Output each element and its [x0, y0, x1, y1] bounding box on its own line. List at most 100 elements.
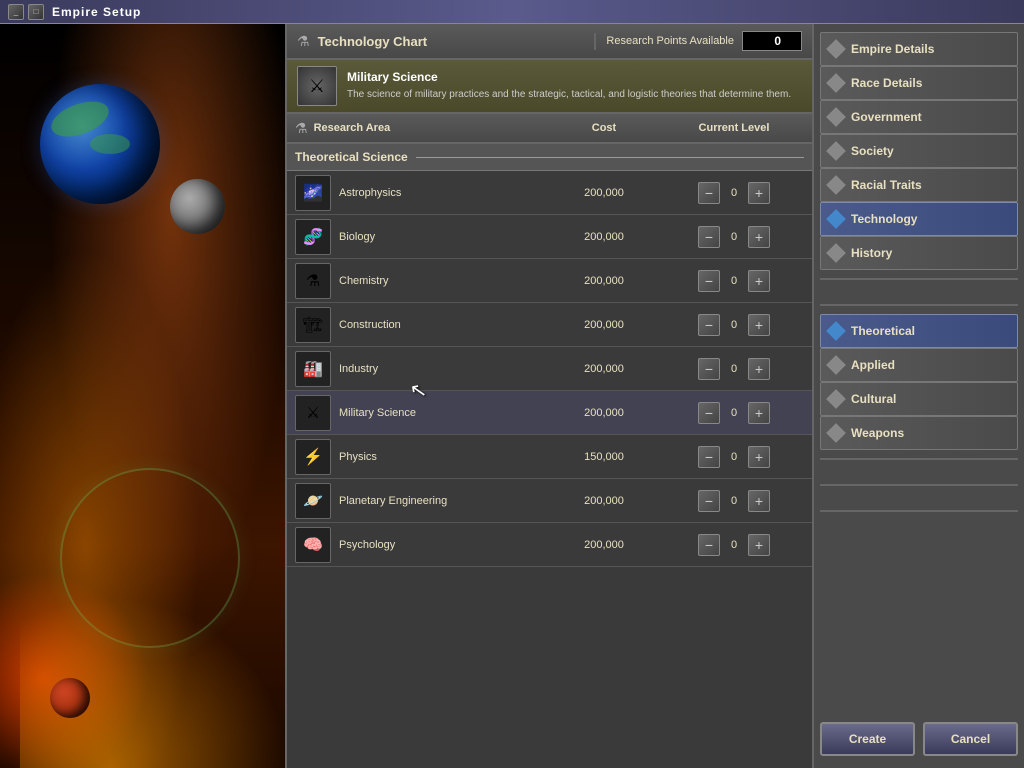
tech-level-value: 0 [726, 231, 742, 243]
tech-row[interactable]: 🧬 Biology 200,000 − 0 + [287, 215, 812, 259]
level-decrease-button[interactable]: − [698, 490, 720, 512]
nav-divider-2 [820, 304, 1018, 306]
level-increase-button[interactable]: + [748, 534, 770, 556]
bottom-buttons: Create Cancel [820, 714, 1018, 760]
level-decrease-button[interactable]: − [698, 182, 720, 204]
nav-diamond-icon [826, 73, 846, 93]
nav-diamond-icon [826, 423, 846, 443]
tech-row-icon: 🏗 [295, 307, 331, 343]
sidebar-item-cultural[interactable]: Cultural [820, 382, 1018, 416]
tech-row-cost: 150,000 [544, 451, 664, 463]
left-panel [0, 24, 285, 768]
sidebar-item-empire-details[interactable]: Empire Details [820, 32, 1018, 66]
maximize-button[interactable]: □ [28, 4, 44, 20]
sidebar-item-weapons[interactable]: Weapons [820, 416, 1018, 450]
level-decrease-button[interactable]: − [698, 402, 720, 424]
level-increase-button[interactable]: + [748, 314, 770, 336]
tech-row[interactable]: ⚗ Chemistry 200,000 − 0 + [287, 259, 812, 303]
tech-level-value: 0 [726, 539, 742, 551]
tech-row-name: Industry [339, 363, 544, 375]
tech-row[interactable]: ⚡ Physics 150,000 − 0 + [287, 435, 812, 479]
tech-level-controls: − 0 + [664, 182, 804, 204]
tech-row-icon: 🧠 [295, 527, 331, 563]
sidebar-item-society[interactable]: Society [820, 134, 1018, 168]
nav-spacer-3 [820, 494, 1018, 502]
research-points-section: Research Points Available 0 [596, 31, 812, 51]
level-increase-button[interactable]: + [748, 358, 770, 380]
tech-row-cost: 200,000 [544, 495, 664, 507]
nav-divider-5 [820, 510, 1018, 512]
minimize-button[interactable]: _ [8, 4, 24, 20]
window-title: Empire Setup [52, 5, 141, 19]
planet-moon [170, 179, 225, 234]
tech-row-name: Construction [339, 319, 544, 331]
nav-divider-4 [820, 484, 1018, 486]
level-increase-button[interactable]: + [748, 446, 770, 468]
sidebar-item-history[interactable]: History [820, 236, 1018, 270]
nav-item-label: Empire Details [851, 42, 934, 56]
level-decrease-button[interactable]: − [698, 270, 720, 292]
selected-tech-details: Military Science The science of military… [347, 70, 791, 102]
tech-row-name: Chemistry [339, 275, 544, 287]
tech-row-cost: 200,000 [544, 407, 664, 419]
level-increase-button[interactable]: + [748, 402, 770, 424]
level-decrease-button[interactable]: − [698, 534, 720, 556]
tech-row[interactable]: 🌌 Astrophysics 200,000 − 0 + [287, 171, 812, 215]
tech-row-icon: 🧬 [295, 219, 331, 255]
sidebar-item-racial-traits[interactable]: Racial Traits [820, 168, 1018, 202]
col-area-label: Research Area [314, 122, 391, 134]
level-increase-button[interactable]: + [748, 490, 770, 512]
sidebar-item-theoretical[interactable]: Theoretical [820, 314, 1018, 348]
selected-tech-info: ⚔ Military Science The science of milita… [287, 60, 812, 114]
section-header: Theoretical Science [287, 144, 812, 171]
nav-divider-1 [820, 278, 1018, 280]
level-decrease-button[interactable]: − [698, 446, 720, 468]
center-panel: ⚗ Technology Chart Research Points Avail… [285, 24, 814, 768]
tech-row-cost: 200,000 [544, 231, 664, 243]
tech-level-value: 0 [726, 275, 742, 287]
level-decrease-button[interactable]: − [698, 226, 720, 248]
tech-row[interactable]: ⚔ Military Science 200,000 − 0 + [287, 391, 812, 435]
research-points-value: 0 [742, 31, 802, 51]
level-increase-button[interactable]: + [748, 182, 770, 204]
nav-divider-3 [820, 458, 1018, 460]
selected-tech-name: Military Science [347, 70, 791, 84]
tech-list-container: Theoretical Science 🌌 Astrophysics 200,0… [287, 144, 812, 768]
nav-spacer-1 [820, 288, 1018, 296]
tech-list[interactable]: Theoretical Science 🌌 Astrophysics 200,0… [287, 144, 812, 768]
tech-row-cost: 200,000 [544, 363, 664, 375]
col-research-area: ⚗ Research Area [295, 120, 544, 137]
tech-row[interactable]: 🏭 Industry 200,000 − 0 + [287, 347, 812, 391]
tech-rows-container: 🌌 Astrophysics 200,000 − 0 + 🧬 Biology 2… [287, 171, 812, 567]
main-layout: ⚗ Technology Chart Research Points Avail… [0, 24, 1024, 768]
title-bar-buttons: _ □ [8, 4, 44, 20]
level-decrease-button[interactable]: − [698, 358, 720, 380]
nav-item-label: Technology [851, 212, 917, 226]
tech-level-value: 0 [726, 451, 742, 463]
tech-row-cost: 200,000 [544, 275, 664, 287]
tech-level-value: 0 [726, 495, 742, 507]
tech-row[interactable]: 🪐 Planetary Engineering 200,000 − 0 + [287, 479, 812, 523]
tech-row[interactable]: 🧠 Psychology 200,000 − 0 + [287, 523, 812, 567]
create-button[interactable]: Create [820, 722, 915, 756]
tech-chart-title: Technology Chart [318, 34, 428, 49]
title-bar: _ □ Empire Setup [0, 0, 1024, 24]
selected-tech-icon: ⚔ [297, 66, 337, 106]
tech-level-controls: − 0 + [664, 314, 804, 336]
level-decrease-button[interactable]: − [698, 314, 720, 336]
sub-nav: Theoretical Applied Cultural Weapons [820, 314, 1018, 450]
tech-row-cost: 200,000 [544, 319, 664, 331]
nav-diamond-icon [826, 107, 846, 127]
tech-row-name: Astrophysics [339, 187, 544, 199]
tech-title-section: ⚗ Technology Chart [287, 33, 596, 50]
level-increase-button[interactable]: + [748, 270, 770, 292]
sidebar-item-applied[interactable]: Applied [820, 348, 1018, 382]
tech-row[interactable]: 🏗 Construction 200,000 − 0 + [287, 303, 812, 347]
tech-row-name: Physics [339, 451, 544, 463]
sidebar-item-race-details[interactable]: Race Details [820, 66, 1018, 100]
cancel-button[interactable]: Cancel [923, 722, 1018, 756]
sidebar-item-technology[interactable]: Technology [820, 202, 1018, 236]
level-increase-button[interactable]: + [748, 226, 770, 248]
sidebar-item-government[interactable]: Government [820, 100, 1018, 134]
tech-row-icon: 🏭 [295, 351, 331, 387]
